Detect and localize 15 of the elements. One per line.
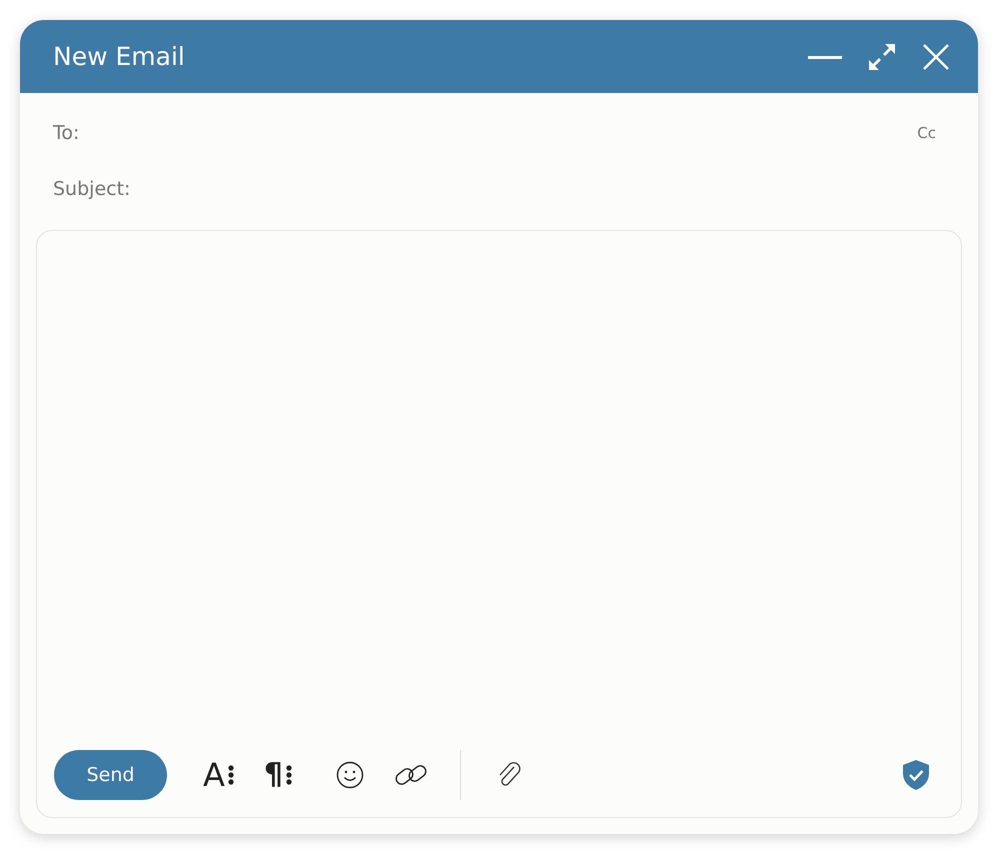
send-button[interactable]: Send — [54, 750, 167, 800]
emoji-icon[interactable] — [336, 761, 364, 789]
link-icon[interactable] — [394, 762, 428, 788]
dots-icon — [228, 765, 234, 785]
dots-icon — [286, 765, 292, 785]
paragraph-format-button[interactable]: ¶ — [264, 759, 292, 791]
close-icon[interactable] — [922, 42, 950, 70]
cc-link[interactable]: Cc — [917, 124, 936, 142]
expand-icon[interactable] — [868, 42, 896, 70]
to-label: To: — [53, 122, 80, 144]
text-format-button[interactable]: A — [203, 759, 234, 791]
message-body-field[interactable]: Send A ¶ — [36, 230, 962, 818]
window-title: New Email — [53, 42, 186, 71]
subject-label: Subject: — [53, 178, 130, 200]
shield-check-icon[interactable] — [901, 759, 931, 791]
